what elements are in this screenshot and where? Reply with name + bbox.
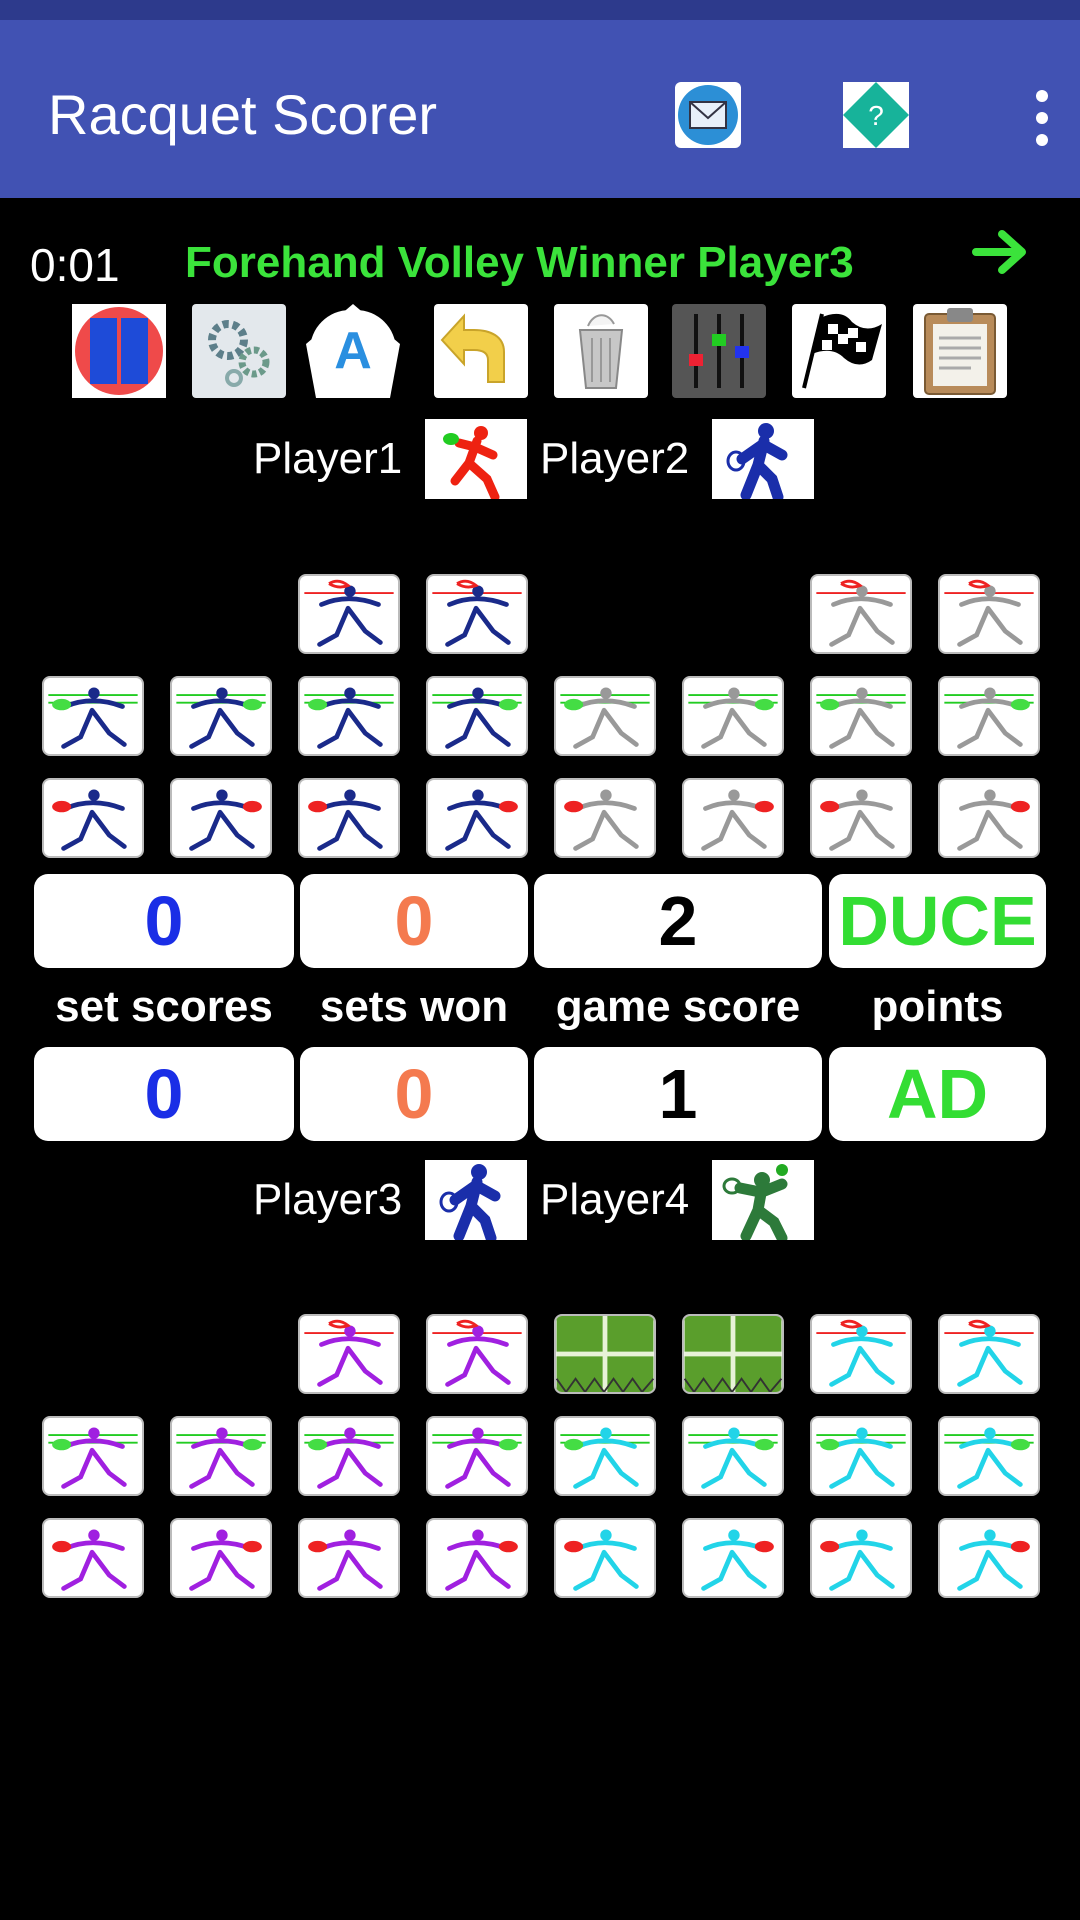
team2-shot-tile[interactable]	[426, 1314, 528, 1394]
team2-points: AD	[829, 1047, 1046, 1141]
team2-shot-tile[interactable]	[298, 1416, 400, 1496]
team1-shot-tile[interactable]	[682, 676, 784, 756]
team2-shot-tile[interactable]	[810, 1416, 912, 1496]
team2-shot-tile[interactable]	[42, 1518, 144, 1598]
last-action-text: Forehand Volley Winner Player3	[185, 238, 854, 287]
match-timer: 0:01	[30, 239, 120, 291]
sets-won-label: sets won	[319, 982, 509, 1031]
team2-shot-tile[interactable]	[170, 1518, 272, 1598]
undo-icon[interactable]	[434, 304, 528, 398]
set-scores-label: set scores	[55, 982, 273, 1031]
help-diamond-icon[interactable]: ?	[841, 80, 911, 150]
team2-set-scores: 0	[34, 1047, 294, 1141]
player1-avatar-icon[interactable]	[425, 419, 527, 499]
team1-game-score: 2	[534, 874, 822, 968]
overflow-menu-icon[interactable]	[1022, 90, 1062, 150]
team2-shot-tile[interactable]	[554, 1518, 656, 1598]
team1-shot-tile[interactable]	[682, 778, 784, 858]
team1-shot-tile[interactable]	[554, 676, 656, 756]
team2-shot-tile[interactable]	[682, 1314, 784, 1394]
team2-shot-tile[interactable]	[938, 1416, 1040, 1496]
settings-gears-icon[interactable]	[192, 304, 286, 398]
player4-avatar-icon[interactable]	[712, 1160, 814, 1240]
mixer-sliders-icon[interactable]	[672, 304, 766, 398]
team2-shot-tile[interactable]	[170, 1416, 272, 1496]
team2-shot-tile[interactable]	[554, 1314, 656, 1394]
team1-shot-tile[interactable]	[938, 778, 1040, 858]
team1-shot-tile[interactable]	[426, 574, 528, 654]
team2-shot-tile[interactable]	[298, 1518, 400, 1598]
team1-shot-tile[interactable]	[426, 778, 528, 858]
team1-shot-tile[interactable]	[810, 676, 912, 756]
auto-a-icon[interactable]: A	[306, 304, 400, 398]
player2-label: Player2	[540, 434, 690, 483]
team1-shot-tile[interactable]	[426, 676, 528, 756]
status-bar	[0, 0, 1080, 20]
team1-shot-tile[interactable]	[170, 778, 272, 858]
team1-shot-tile[interactable]	[298, 676, 400, 756]
game-score-label: game score	[555, 982, 801, 1031]
team2-sets-won: 0	[300, 1047, 528, 1141]
arrow-right-icon[interactable]	[972, 226, 1032, 278]
email-icon[interactable]	[673, 80, 743, 150]
team1-shot-tile[interactable]	[298, 778, 400, 858]
team2-shot-tile[interactable]	[938, 1518, 1040, 1598]
team2-shot-tile[interactable]	[938, 1314, 1040, 1394]
svg-text:?: ?	[868, 100, 884, 131]
team2-shot-tile[interactable]	[554, 1416, 656, 1496]
points-label: points	[871, 982, 1004, 1031]
team1-sets-won: 0	[300, 874, 528, 968]
team1-shot-tile[interactable]	[42, 676, 144, 756]
checkered-flag-icon[interactable]	[792, 304, 886, 398]
team1-shot-tile[interactable]	[938, 574, 1040, 654]
player1-label: Player1	[253, 434, 403, 483]
app-bar: Racquet Scorer ?	[0, 20, 1080, 198]
team2-shot-tile[interactable]	[42, 1416, 144, 1496]
clipboard-icon[interactable]	[913, 304, 1007, 398]
team1-shot-tile[interactable]	[810, 574, 912, 654]
player3-avatar-icon[interactable]	[425, 1160, 527, 1240]
team2-shot-tile[interactable]	[298, 1314, 400, 1394]
team2-shot-tile[interactable]	[810, 1518, 912, 1598]
team1-points: DUCE	[829, 874, 1046, 968]
trash-icon[interactable]	[554, 304, 648, 398]
team2-shot-tile[interactable]	[682, 1416, 784, 1496]
player3-label: Player3	[253, 1175, 403, 1224]
court-view-icon[interactable]	[72, 304, 166, 398]
team1-shot-tile[interactable]	[298, 574, 400, 654]
team1-shot-tile[interactable]	[42, 778, 144, 858]
team1-shot-tile[interactable]	[938, 676, 1040, 756]
team1-shot-tile[interactable]	[554, 778, 656, 858]
player2-avatar-icon[interactable]	[712, 419, 814, 499]
team2-game-score: 1	[534, 1047, 822, 1141]
app-title: Racquet Scorer	[48, 83, 438, 146]
team2-shot-tile[interactable]	[426, 1518, 528, 1598]
player4-label: Player4	[540, 1175, 690, 1224]
team2-shot-tile[interactable]	[682, 1518, 784, 1598]
team1-shot-tile[interactable]	[170, 676, 272, 756]
team2-shot-tile[interactable]	[426, 1416, 528, 1496]
team1-set-scores: 0	[34, 874, 294, 968]
team2-shot-tile[interactable]	[810, 1314, 912, 1394]
team1-shot-tile[interactable]	[810, 778, 912, 858]
svg-text:A: A	[334, 322, 372, 380]
